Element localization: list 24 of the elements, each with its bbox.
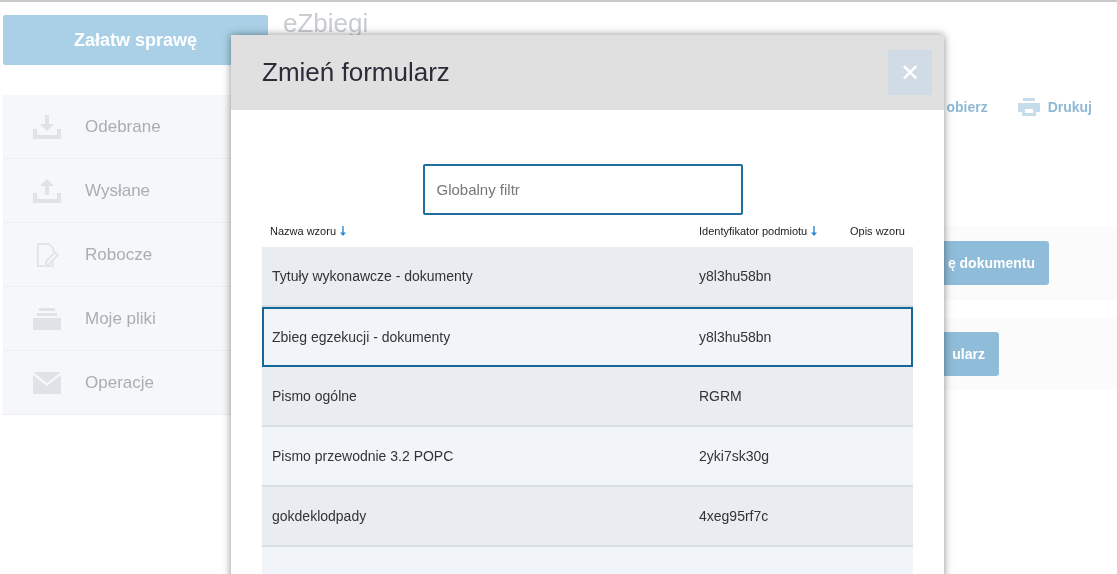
table-cell-text: Pismo ogólne xyxy=(271,388,358,404)
table-cell-text: gokdeklodpady xyxy=(271,508,368,524)
table-cell-text: RGRM xyxy=(699,388,743,404)
close-button[interactable]: ✕ xyxy=(888,50,932,95)
column-header[interactable]: Identyfikator podmiotu xyxy=(699,225,844,237)
toolbar-link[interactable]: obierz xyxy=(946,98,988,116)
table-cell-text: Zbieg egzekucji - dokumenty xyxy=(271,329,452,345)
printer-icon xyxy=(1017,98,1040,116)
table-cell-text: 4xeg95rf7c xyxy=(699,508,770,524)
sort-arrow-icon xyxy=(340,226,347,236)
table-cell-text: Pismo przewodnie 3.2 POPC xyxy=(271,448,455,464)
table-cell-text: y8l3hu58bn xyxy=(699,268,773,284)
table-row[interactable]: Zbieg egzekucji - dokumenty y8l3hu58bn xyxy=(262,307,913,367)
toolbar-link[interactable]: Drukuj xyxy=(1017,98,1092,116)
sort-arrow-icon xyxy=(811,226,818,236)
table-row[interactable]: gokdeklodpady 4xeg95rf7c xyxy=(262,487,913,547)
column-header[interactable]: Opis wzoru xyxy=(849,225,913,237)
table-row[interactable]: Pismo ogólne RGRM xyxy=(262,367,913,427)
table-row[interactable]: Tytuły wykonawcze - dokumenty y8l3hu58bn xyxy=(262,247,913,307)
table-row[interactable]: Pismo przewodnie 3.2 POPC 2yki7sk30g xyxy=(262,427,913,487)
filter-field[interactable]: Globalny filtr xyxy=(422,164,743,215)
table-cell-text: 2yki7sk30g xyxy=(699,448,771,464)
table-cell-text: y8l3hu58bn xyxy=(699,329,773,345)
table-cell-text: Tytuły wykonawcze - dokumenty xyxy=(271,268,474,284)
